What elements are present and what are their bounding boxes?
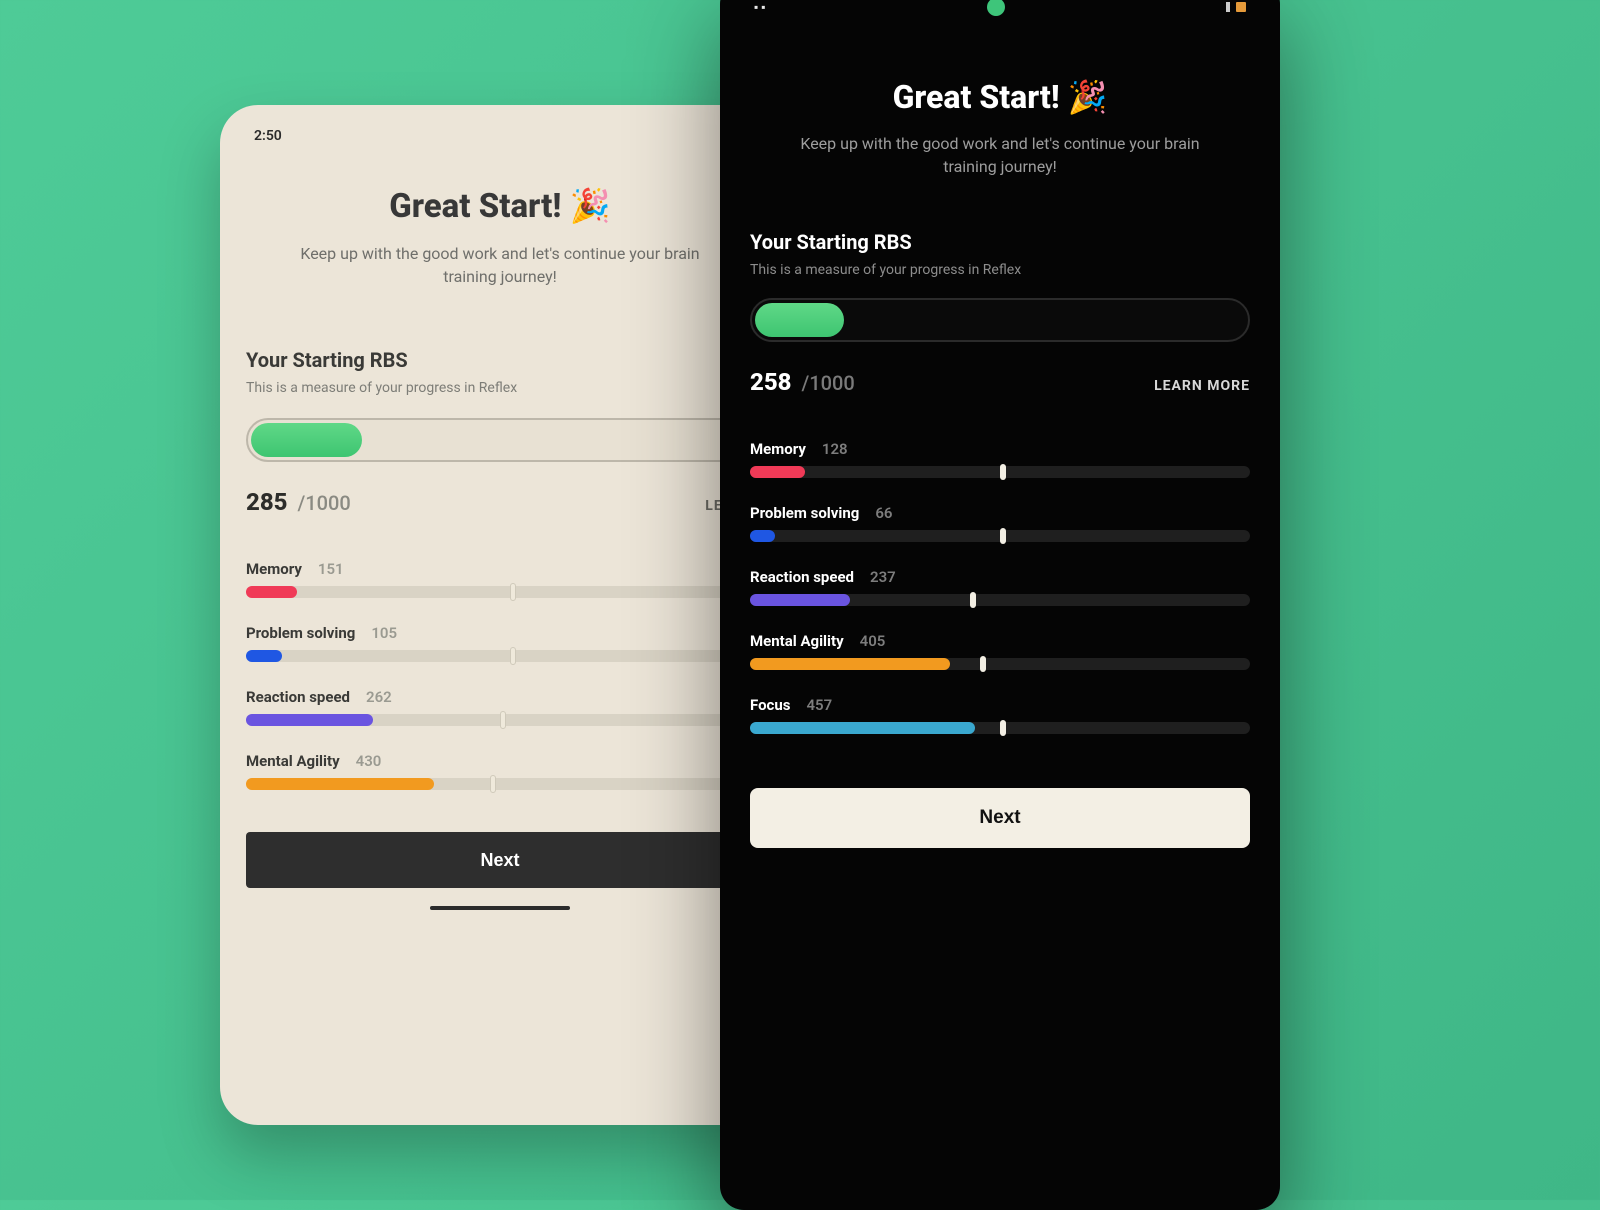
- metric-bar-knob[interactable]: [510, 647, 516, 665]
- learn-more-link[interactable]: LEARN MORE: [1154, 378, 1250, 394]
- metric-head: Reaction speed 262: [246, 688, 754, 706]
- metric-value: 128: [822, 440, 848, 458]
- metric-bar-knob[interactable]: [490, 775, 496, 793]
- rbs-subheading: This is a measure of your progress in Re…: [750, 262, 1250, 278]
- metric-bar-fill: [246, 650, 282, 662]
- metric-bar-fill: [750, 658, 950, 670]
- metric-bar-fill: [246, 778, 434, 790]
- metric-bar[interactable]: [750, 722, 1250, 734]
- metric-value: 430: [356, 752, 382, 770]
- metrics-list-light: Memory 151 Problem solving 105 Reaction spee…: [246, 560, 754, 790]
- metric-bar-knob[interactable]: [1000, 720, 1006, 736]
- rbs-score-row: 258 /1000 LEARN MORE: [750, 368, 1250, 396]
- metric-bar-knob[interactable]: [970, 592, 976, 608]
- metric-bar-fill: [750, 722, 975, 734]
- metric-value: 66: [875, 504, 892, 522]
- metric-value: 237: [870, 568, 896, 586]
- metric-bar[interactable]: [750, 530, 1250, 542]
- metric-bar[interactable]: [750, 594, 1250, 606]
- metric-name: Memory: [246, 560, 302, 578]
- metric-head: Mental Agility 430: [246, 752, 754, 770]
- rbs-score-row: 285 /1000 LEARN: [246, 488, 754, 516]
- rbs-progress-bar: [246, 418, 754, 462]
- metric-head: Focus 457: [750, 696, 1250, 714]
- metric-row: Memory 128: [750, 440, 1250, 478]
- metric-name: Reaction speed: [750, 568, 854, 586]
- metric-head: Mental Agility 405: [750, 632, 1250, 650]
- metric-name: Problem solving: [246, 624, 355, 642]
- metric-head: Problem solving 105: [246, 624, 754, 642]
- metric-row: Focus 457: [750, 696, 1250, 734]
- rbs-heading: Your Starting RBS: [246, 348, 754, 372]
- metric-row: Reaction speed 262: [246, 688, 754, 726]
- status-bar: ▪ ▪: [750, 0, 1250, 18]
- metric-bar-knob[interactable]: [500, 711, 506, 729]
- status-left: ▪ ▪: [754, 0, 765, 14]
- metric-name: Focus: [750, 696, 790, 714]
- rbs-progress-bar: [750, 298, 1250, 342]
- clock-label: 2:50: [254, 128, 282, 144]
- metric-bar-knob[interactable]: [510, 583, 516, 601]
- phone-dark: ▪ ▪ Great Start! 🎉 Keep up with the good…: [720, 0, 1280, 1210]
- stage: 2:50 Great Start! 🎉 Keep up with the goo…: [0, 0, 1600, 1200]
- metric-value: 262: [366, 688, 392, 706]
- rbs-progress-fill: [755, 303, 844, 337]
- rbs-score-value: 285: [246, 488, 288, 516]
- metric-row: Mental Agility 405: [750, 632, 1250, 670]
- status-right: [1226, 2, 1246, 12]
- metric-value: 151: [318, 560, 344, 578]
- metric-bar[interactable]: [246, 714, 754, 726]
- page-title: Great Start! 🎉: [246, 187, 754, 226]
- metric-bar[interactable]: [246, 778, 754, 790]
- metric-bar-knob[interactable]: [1000, 528, 1006, 544]
- metric-bar[interactable]: [246, 650, 754, 662]
- rbs-heading: Your Starting RBS: [750, 230, 1250, 254]
- metric-head: Problem solving 66: [750, 504, 1250, 522]
- metric-name: Mental Agility: [246, 752, 340, 770]
- metric-bar[interactable]: [750, 466, 1250, 478]
- battery-icon: [1236, 2, 1246, 12]
- metric-bar[interactable]: [246, 586, 754, 598]
- metric-name: Reaction speed: [246, 688, 350, 706]
- metric-bar-fill: [750, 466, 805, 478]
- metric-bar-fill: [750, 530, 775, 542]
- metric-head: Reaction speed 237: [750, 568, 1250, 586]
- metric-bar-fill: [246, 714, 373, 726]
- metric-name: Memory: [750, 440, 806, 458]
- metric-head: Memory 128: [750, 440, 1250, 458]
- metric-row: Problem solving 105: [246, 624, 754, 662]
- status-bar: 2:50: [246, 121, 754, 149]
- rbs-subheading: This is a measure of your progress in Re…: [246, 380, 754, 396]
- metric-name: Problem solving: [750, 504, 859, 522]
- metric-row: Problem solving 66: [750, 504, 1250, 542]
- phone-light: 2:50 Great Start! 🎉 Keep up with the goo…: [220, 105, 780, 1125]
- metric-bar-fill: [246, 586, 297, 598]
- signal-icon: [1226, 2, 1230, 12]
- home-indicator: [430, 906, 570, 910]
- metric-value: 105: [371, 624, 397, 642]
- metric-row: Memory 151: [246, 560, 754, 598]
- camera-dot-icon: [987, 0, 1005, 16]
- page-subtitle: Keep up with the good work and let's con…: [290, 242, 710, 288]
- rbs-score-max: /1000: [298, 491, 351, 515]
- metric-bar[interactable]: [750, 658, 1250, 670]
- page-subtitle: Keep up with the good work and let's con…: [790, 132, 1210, 178]
- rbs-progress-fill: [251, 423, 362, 457]
- metric-name: Mental Agility: [750, 632, 844, 650]
- rbs-score-max: /1000: [802, 371, 855, 395]
- metric-bar-fill: [750, 594, 850, 606]
- next-button[interactable]: Next: [750, 788, 1250, 848]
- metric-value: 457: [806, 696, 832, 714]
- metric-value: 405: [860, 632, 886, 650]
- metric-row: Mental Agility 430: [246, 752, 754, 790]
- page-title: Great Start! 🎉: [750, 78, 1250, 116]
- metric-bar-knob[interactable]: [980, 656, 986, 672]
- rbs-score-value: 258: [750, 368, 792, 396]
- metric-row: Reaction speed 237: [750, 568, 1250, 606]
- metric-bar-knob[interactable]: [1000, 464, 1006, 480]
- metrics-list-dark: Memory 128 Problem solving 66 Reaction speed…: [750, 440, 1250, 734]
- metric-head: Memory 151: [246, 560, 754, 578]
- next-button[interactable]: Next: [246, 832, 754, 888]
